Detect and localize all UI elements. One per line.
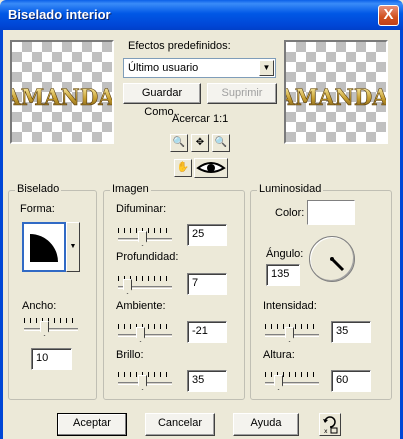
ambient-label: Ambiente: xyxy=(116,300,166,312)
zoom-in-icon[interactable]: 🔍 xyxy=(212,134,230,152)
svg-text:x: x xyxy=(324,428,328,434)
title-bar: Biselado interior X xyxy=(0,0,403,30)
ambient-input[interactable]: -21 xyxy=(187,321,227,343)
presets-select[interactable]: Último usuario ▼ xyxy=(123,58,276,78)
width-input[interactable]: 10 xyxy=(31,348,72,370)
height-slider[interactable] xyxy=(265,372,319,394)
delete-preset-button[interactable]: Suprimir xyxy=(207,83,277,104)
ok-button[interactable]: Aceptar xyxy=(57,413,127,436)
window-title: Biselado interior xyxy=(8,7,111,22)
angle-dial[interactable] xyxy=(309,236,355,282)
shine-slider-thumb[interactable] xyxy=(138,375,147,390)
bevel-group-title: Biselado xyxy=(15,183,62,195)
intensity-slider[interactable] xyxy=(265,324,319,346)
height-slider-thumb[interactable] xyxy=(274,375,283,390)
depth-slider-thumb[interactable] xyxy=(123,279,132,294)
preview-before-image: AMANDA xyxy=(12,86,112,108)
preview-after-text: AMANDA xyxy=(286,86,386,108)
window-frame-left xyxy=(0,30,3,439)
shine-input[interactable]: 35 xyxy=(187,370,227,392)
preview-before-text: AMANDA xyxy=(12,86,112,108)
light-color-swatch[interactable] xyxy=(307,200,355,225)
ambient-slider-thumb[interactable] xyxy=(136,327,145,342)
presets-label: Efectos predefinidos: xyxy=(128,40,231,52)
depth-slider[interactable] xyxy=(118,276,172,298)
shine-label: Brillo: xyxy=(116,349,144,361)
pan-icon[interactable]: ✥ xyxy=(191,134,209,152)
height-label: Altura: xyxy=(263,349,295,361)
blur-slider-thumb[interactable] xyxy=(138,231,147,246)
preview-after[interactable]: AMANDA xyxy=(284,40,388,144)
zoom-out-icon[interactable]: 🔍 xyxy=(170,134,188,152)
zoom-label: Acercar 1:1 xyxy=(172,113,229,125)
blur-label: Difuminar: xyxy=(116,203,167,215)
shape-dropdown-chevron-icon[interactable]: ▼ xyxy=(66,222,80,272)
image-group-title: Imagen xyxy=(110,183,151,195)
preview-before[interactable]: AMANDA xyxy=(10,40,114,144)
close-button[interactable]: X xyxy=(378,5,399,26)
presets-selected-value: Último usuario xyxy=(128,62,199,74)
chevron-down-icon[interactable]: ▼ xyxy=(259,60,274,76)
blur-slider[interactable] xyxy=(118,228,172,250)
color-label: Color: xyxy=(275,207,305,219)
reset-icon[interactable]: x xyxy=(319,413,341,436)
lighting-group-title: Luminosidad xyxy=(257,183,324,195)
preview-after-image: AMANDA xyxy=(286,86,386,108)
ambient-slider[interactable] xyxy=(118,324,172,346)
eye-icon[interactable] xyxy=(194,158,228,178)
intensity-slider-thumb[interactable] xyxy=(285,327,294,342)
hand-icon[interactable]: ✋ xyxy=(174,159,192,177)
width-label: Ancho: xyxy=(22,300,57,312)
cancel-button[interactable]: Cancelar xyxy=(145,413,215,436)
save-as-button[interactable]: Guardar Como.. xyxy=(123,83,201,118)
angle-input[interactable]: 135 xyxy=(266,264,300,286)
shine-slider[interactable] xyxy=(118,372,172,394)
blur-input[interactable]: 25 xyxy=(187,224,227,246)
width-slider[interactable] xyxy=(24,318,78,340)
angle-label: Ángulo: xyxy=(266,248,304,260)
shape-label: Forma: xyxy=(20,203,55,215)
intensity-label: Intensidad: xyxy=(263,300,317,312)
depth-input[interactable]: 7 xyxy=(187,273,227,295)
help-button[interactable]: Ayuda xyxy=(233,413,299,436)
depth-label: Profundidad: xyxy=(116,251,179,263)
height-input[interactable]: 60 xyxy=(331,370,371,392)
width-slider-thumb[interactable] xyxy=(40,321,49,336)
intensity-input[interactable]: 35 xyxy=(331,321,371,343)
bevel-shape-preview[interactable] xyxy=(22,222,66,272)
